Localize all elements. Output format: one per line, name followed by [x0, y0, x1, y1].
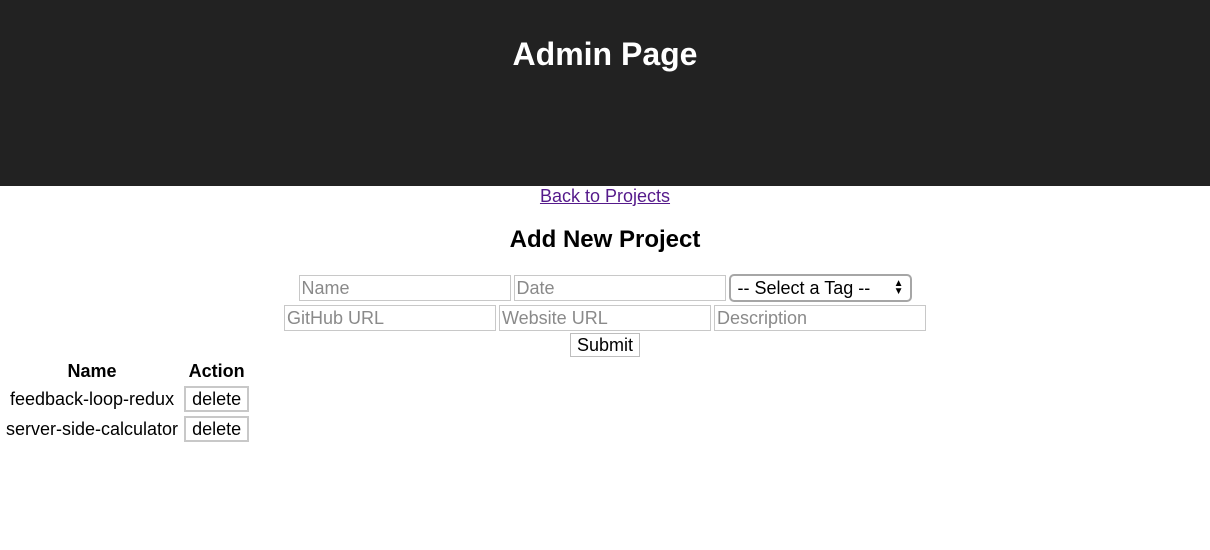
- tag-select-value: -- Select a Tag --: [737, 277, 871, 298]
- delete-button[interactable]: delete: [184, 386, 250, 412]
- project-name-cell: feedback-loop-redux: [9, 388, 175, 409]
- name-input[interactable]: [298, 275, 511, 301]
- form-row-1: -- Select a Tag -- ▲▼: [0, 274, 1210, 302]
- date-input[interactable]: [513, 275, 726, 301]
- add-project-title: Add New Project: [509, 226, 701, 253]
- website-url-input[interactable]: [499, 305, 711, 331]
- page-header: Admin Page: [0, 0, 1210, 186]
- column-header-name: Name: [67, 361, 117, 381]
- github-url-input[interactable]: [284, 305, 496, 331]
- action-cell: delete: [182, 385, 251, 413]
- select-arrows-icon: ▲ ▼: [893, 278, 904, 297]
- column-header-action: Action: [188, 361, 245, 381]
- table-row: server-side-calculator delete: [4, 415, 251, 443]
- back-link-container: Back to Projects: [0, 186, 1210, 208]
- back-to-projects-link[interactable]: Back to Projects: [540, 186, 670, 206]
- form-row-2: [0, 305, 1210, 331]
- description-input[interactable]: [714, 305, 926, 331]
- project-name-cell: server-side-calculator: [6, 418, 179, 439]
- submit-button[interactable]: Submit: [569, 333, 641, 357]
- page-title: Admin Page: [512, 36, 698, 72]
- table-header-row: Name Action: [4, 360, 251, 383]
- delete-button[interactable]: delete: [184, 416, 250, 442]
- table-row: feedback-loop-redux delete: [4, 385, 251, 413]
- projects-table: Name Action feedback-loop-redux delete s…: [2, 358, 253, 445]
- form-row-3: Submit: [0, 333, 1210, 357]
- action-cell: delete: [182, 415, 251, 443]
- tag-select[interactable]: -- Select a Tag -- ▲ ▼: [728, 274, 912, 302]
